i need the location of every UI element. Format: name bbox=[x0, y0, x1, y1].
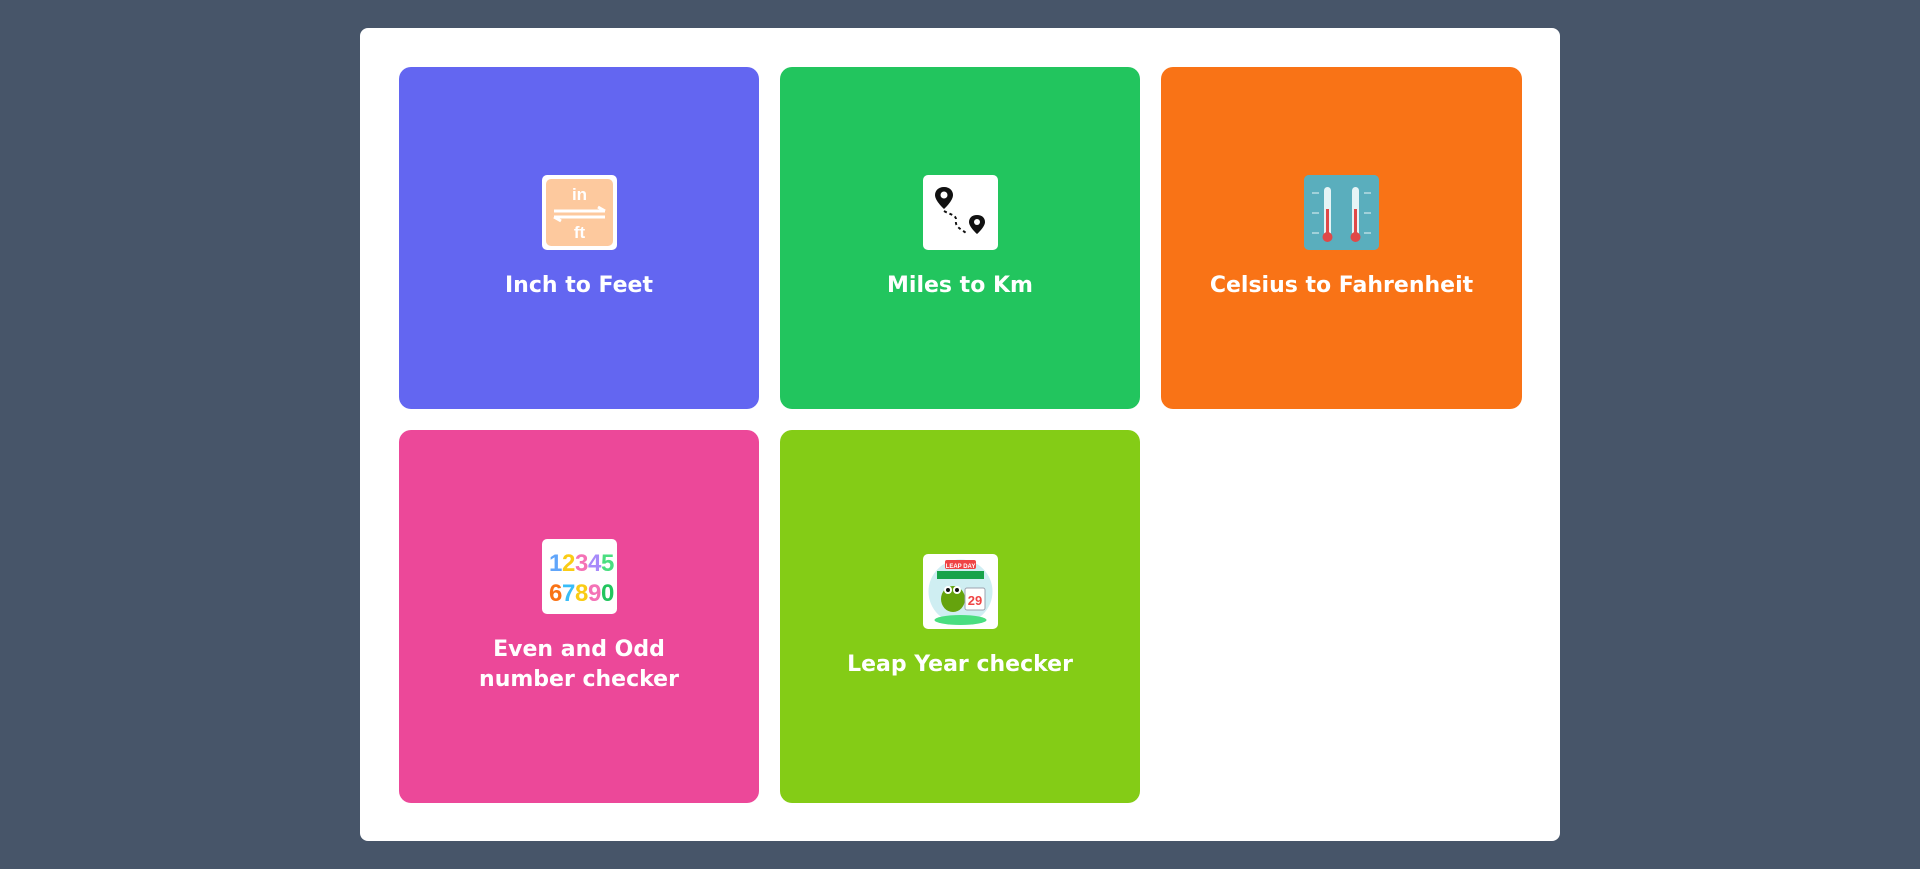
svg-text:3: 3 bbox=[575, 550, 588, 577]
svg-text:4: 4 bbox=[588, 550, 602, 577]
leap-year-checker-card[interactable]: LEAP DAY 29 Leap Year checker bbox=[780, 430, 1140, 803]
numbers-icon: 1 2 3 4 5 6 7 8 9 0 bbox=[541, 538, 617, 614]
svg-text:9: 9 bbox=[588, 580, 601, 607]
card-label: Inch to Feet bbox=[505, 273, 653, 298]
card-label: Leap Year checker bbox=[847, 651, 1073, 677]
svg-text:LEAP DAY: LEAP DAY bbox=[945, 564, 975, 570]
map-route-icon bbox=[922, 175, 998, 250]
svg-text:1: 1 bbox=[549, 550, 562, 577]
celsius-to-fahrenheit-card[interactable]: Celsius to Fahrenheit bbox=[1161, 67, 1522, 409]
svg-text:6: 6 bbox=[549, 580, 562, 607]
card-label: Even and Odd number checker bbox=[479, 636, 679, 692]
icon-ft-text: ft bbox=[573, 223, 585, 242]
svg-text:5: 5 bbox=[601, 550, 614, 577]
leap-day-calendar-icon: LEAP DAY 29 bbox=[922, 553, 998, 629]
svg-text:0: 0 bbox=[601, 580, 614, 607]
tools-panel: in ft Inch to Feet Miles to Km Celsius t… bbox=[360, 28, 1560, 841]
tools-grid: in ft Inch to Feet Miles to Km Celsius t… bbox=[399, 67, 1522, 803]
svg-text:7: 7 bbox=[562, 580, 575, 607]
miles-to-km-card[interactable]: Miles to Km bbox=[780, 67, 1140, 409]
card-label: Miles to Km bbox=[887, 273, 1033, 298]
icon-in-text: in bbox=[571, 185, 586, 204]
inch-to-feet-card[interactable]: in ft Inch to Feet bbox=[399, 67, 759, 409]
thermometer-icon bbox=[1304, 175, 1379, 250]
svg-text:29: 29 bbox=[967, 593, 981, 608]
even-odd-checker-card[interactable]: 1 2 3 4 5 6 7 8 9 0 Even and Odd number … bbox=[399, 430, 759, 803]
card-label: Celsius to Fahrenheit bbox=[1209, 273, 1474, 298]
svg-text:8: 8 bbox=[575, 580, 588, 607]
inch-feet-icon: in ft bbox=[541, 175, 617, 250]
svg-text:2: 2 bbox=[562, 550, 575, 577]
